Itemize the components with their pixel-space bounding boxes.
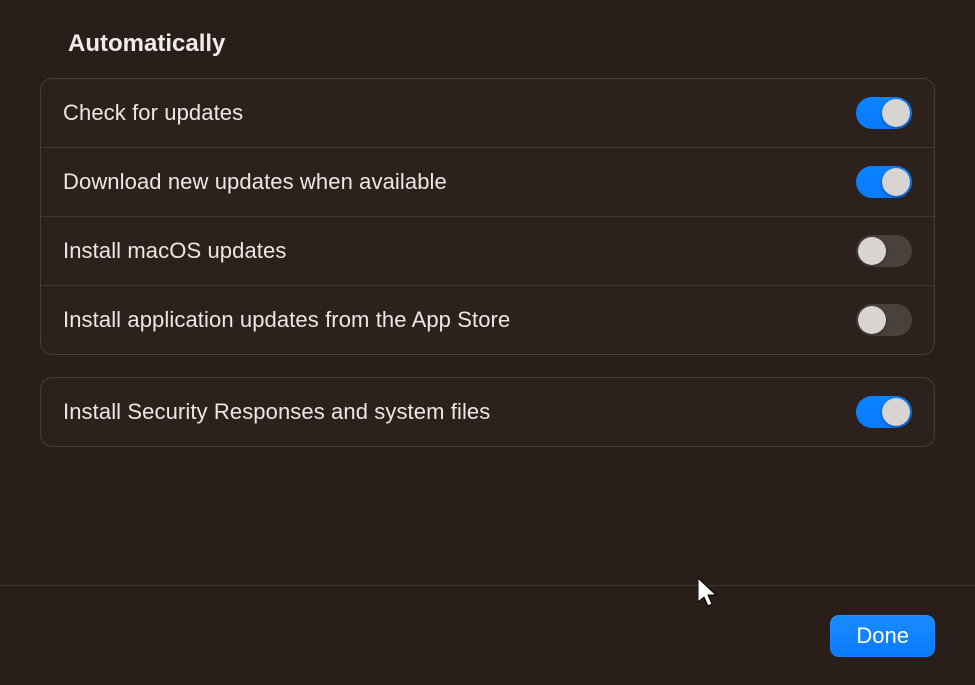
row-install-app-store-updates: Install application updates from the App… — [41, 286, 934, 354]
updates-panel-2: Install Security Responses and system fi… — [40, 377, 935, 447]
automatic-updates-dialog: Automatically Check for updates Download… — [0, 0, 975, 685]
toggle-install-app-store-updates[interactable] — [856, 304, 912, 336]
toggle-check-for-updates[interactable] — [856, 97, 912, 129]
row-label: Install macOS updates — [63, 238, 286, 264]
toggle-knob — [858, 237, 886, 265]
dialog-footer: Done — [0, 585, 975, 685]
done-button[interactable]: Done — [830, 615, 935, 657]
row-label: Install application updates from the App… — [63, 307, 510, 333]
toggle-knob — [882, 99, 910, 127]
row-download-new-updates: Download new updates when available — [41, 148, 934, 217]
row-label: Download new updates when available — [63, 169, 447, 195]
updates-panel-1: Check for updates Download new updates w… — [40, 78, 935, 355]
row-install-security-responses: Install Security Responses and system fi… — [41, 378, 934, 446]
toggle-download-new-updates[interactable] — [856, 166, 912, 198]
toggle-install-security-responses[interactable] — [856, 396, 912, 428]
toggle-install-macos-updates[interactable] — [856, 235, 912, 267]
toggle-knob — [858, 306, 886, 334]
toggle-knob — [882, 168, 910, 196]
section-title: Automatically — [68, 30, 935, 58]
toggle-knob — [882, 398, 910, 426]
dialog-content: Automatically Check for updates Download… — [0, 0, 975, 447]
row-label: Install Security Responses and system fi… — [63, 399, 490, 425]
row-install-macos-updates: Install macOS updates — [41, 217, 934, 286]
row-label: Check for updates — [63, 100, 243, 126]
row-check-for-updates: Check for updates — [41, 79, 934, 148]
